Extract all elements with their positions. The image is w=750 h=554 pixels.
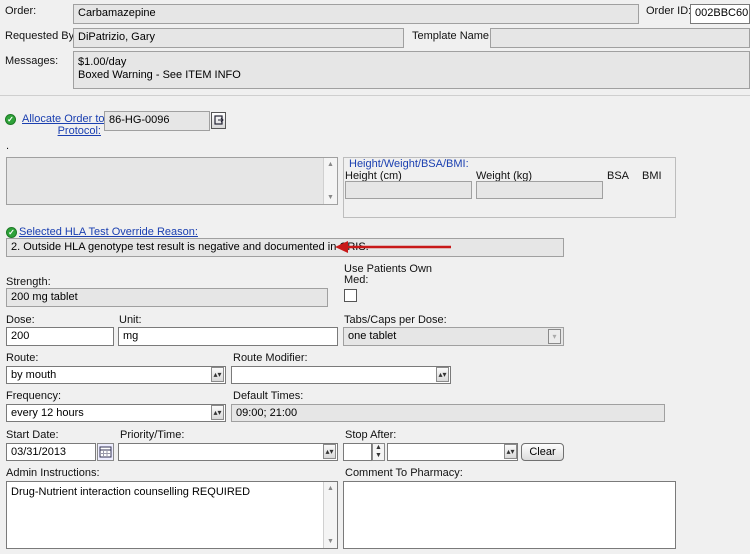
dose-input[interactable]: 200 [6,327,114,346]
allocate-protocol-link-line1: Allocate Order to [22,113,105,125]
scroll-up-icon[interactable]: ▲ [324,482,337,495]
order-id-label: Order ID: [646,5,692,17]
scroll-down-icon[interactable]: ▼ [324,535,337,548]
spin-down-icon[interactable]: ▼ [373,452,384,460]
check-icon: ✓ [6,227,17,238]
route-label: Route: [6,352,39,364]
clear-button[interactable]: Clear [521,443,564,461]
stop-after-unit-select[interactable] [387,443,518,461]
calendar-icon [99,446,112,458]
admin-scrollbar[interactable]: ▲ ▼ [323,482,337,548]
allocate-protocol-link-line2: Protocol: [57,125,101,137]
admin-instructions-label: Admin Instructions: [6,467,100,479]
height-weight-title: Height/Weight/BSA/BMI: [349,158,469,170]
stop-after-dropdown-icon[interactable]: ▴▾ [504,444,517,459]
hla-override-link[interactable]: Selected HLA Test Override Reason: [19,226,198,238]
messages-label: Messages: [5,55,59,67]
weight-field[interactable] [476,181,603,199]
protocol-notes-area[interactable]: ▲ ▼ [6,157,338,205]
default-times-label: Default Times: [233,390,304,402]
unit-input[interactable]: mg [118,327,338,346]
priority-time-label: Priority/Time: [120,429,185,441]
order-id-field: 002BBC601 [690,4,750,24]
priority-dropdown-icon[interactable]: ▴▾ [323,444,336,459]
message-line-warning: Boxed Warning - See ITEM INFO [78,69,241,81]
stop-after-spinner[interactable]: ▲ ▼ [372,443,385,461]
bsa-label: BSA [607,170,630,182]
own-med-label: Use Patients Own Med: [344,264,432,286]
template-name-label: Template Name: [412,30,493,42]
protocol-lookup-button[interactable] [211,112,226,129]
template-name-field[interactable] [490,28,750,48]
bmi-label: BMI [642,170,662,182]
admin-instructions-text: Drug-Nutrient interaction counselling RE… [11,486,251,498]
spin-up-icon[interactable]: ▲ [373,444,384,452]
requested-by-label: Requested By: [5,30,78,42]
header-divider [0,95,750,96]
admin-instructions-textarea[interactable]: Drug-Nutrient interaction counselling RE… [6,481,338,549]
scroll-up-icon[interactable]: ▲ [324,158,337,171]
route-dropdown-icon[interactable]: ▴▾ [211,367,224,382]
scroll-down-icon[interactable]: ▼ [324,191,337,204]
route-select[interactable]: by mouth [6,366,226,384]
frequency-dropdown-icon[interactable]: ▴▾ [211,405,224,420]
tabs-per-dose-label: Tabs/Caps per Dose: [344,314,447,326]
messages-field: $1.00/day Boxed Warning - See ITEM INFO [73,51,750,89]
strength-field: 200 mg tablet [6,288,328,307]
hla-reason-field: 2. Outside HLA genotype test result is n… [6,238,564,257]
tabs-dropdown-icon[interactable]: ▾ [548,329,561,344]
height-field[interactable] [345,181,472,199]
check-icon: ✓ [5,114,16,125]
protocol-field: 86-HG-0096 [104,111,210,131]
start-date-input[interactable]: 03/31/2013 [6,443,96,461]
comment-to-pharmacy-label: Comment To Pharmacy: [345,467,463,479]
strength-label: Strength: [6,276,51,288]
message-line-price: $1.00/day [78,56,127,68]
requested-by-field: DiPatrizio, Gary [73,28,404,48]
frequency-label: Frequency: [6,390,62,402]
default-times-field: 09:00; 21:00 [231,404,665,422]
stop-after-label: Stop After: [345,429,397,441]
start-date-label: Start Date: [6,429,59,441]
notes-scrollbar[interactable]: ▲ ▼ [323,158,337,204]
frequency-select[interactable]: every 12 hours [6,404,226,422]
own-med-label-line2: Med: [344,274,369,286]
allocate-protocol-link[interactable]: Allocate Order to Protocol: [22,113,105,137]
lookup-icon [214,115,224,125]
order-field: Carbamazepine [73,4,639,24]
own-med-checkbox[interactable] [344,289,357,302]
calendar-button[interactable] [97,443,114,461]
route-modifier-dropdown-icon[interactable]: ▴▾ [436,367,449,382]
priority-time-select[interactable] [118,443,338,461]
order-label: Order: [5,5,37,17]
route-modifier-select[interactable] [231,366,451,384]
dot-text: . [6,140,10,152]
comment-to-pharmacy-textarea[interactable] [343,481,676,549]
dose-label: Dose: [6,314,35,326]
unit-label: Unit: [119,314,142,326]
red-arrow-icon [335,241,451,253]
route-modifier-label: Route Modifier: [233,352,308,364]
tabs-per-dose-select[interactable]: one tablet [343,327,564,346]
stop-after-input[interactable] [343,443,372,461]
